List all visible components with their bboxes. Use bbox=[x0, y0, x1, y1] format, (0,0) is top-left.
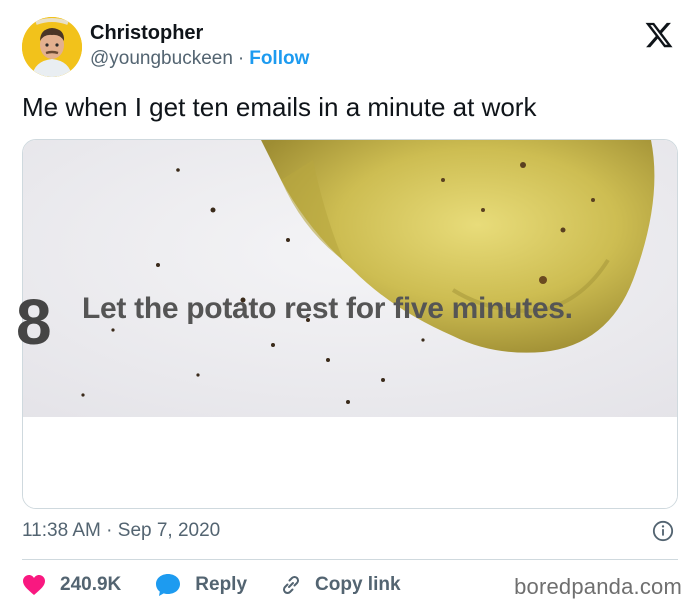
separator: · bbox=[237, 48, 245, 69]
x-logo-icon[interactable] bbox=[644, 20, 674, 50]
avatar[interactable] bbox=[22, 17, 82, 77]
caption-strip bbox=[23, 417, 677, 508]
person-avatar-icon bbox=[22, 17, 82, 77]
baked-potato-photo[interactable] bbox=[23, 140, 677, 417]
reply-label: Reply bbox=[195, 574, 248, 595]
link-icon bbox=[283, 575, 300, 595]
tweet-date: Sep 7, 2020 bbox=[117, 520, 221, 541]
follow-button[interactable]: Follow bbox=[249, 48, 309, 69]
tweet-text: Me when I get ten emails in a minute at … bbox=[22, 92, 537, 122]
watermark: boredpanda.com bbox=[514, 574, 682, 599]
separator: · bbox=[106, 520, 113, 541]
info-icon[interactable] bbox=[652, 520, 674, 542]
reply-button[interactable]: Reply bbox=[155, 573, 247, 597]
tweet-time: 11:38 AM bbox=[22, 520, 101, 541]
action-bar: 240.9K Reply Copy link bbox=[22, 571, 401, 599]
divider bbox=[22, 559, 678, 560]
like-count: 240.9K bbox=[60, 574, 122, 595]
step-number: 8 bbox=[16, 286, 52, 358]
heart-icon bbox=[23, 575, 45, 595]
like-button[interactable]: 240.9K bbox=[22, 574, 121, 596]
timestamp[interactable]: 11:38 AM · Sep 7, 2020 bbox=[22, 520, 220, 542]
step-text: Let the potato rest for five minutes. bbox=[82, 292, 573, 325]
author-handle[interactable]: @youngbuckeen bbox=[90, 48, 233, 69]
copy-link-button[interactable]: Copy link bbox=[279, 573, 401, 597]
author-name[interactable]: Christopher bbox=[90, 22, 203, 45]
copy-link-label: Copy link bbox=[315, 574, 401, 595]
author-meta: @youngbuckeen · Follow bbox=[90, 48, 309, 70]
reply-bubble-icon bbox=[156, 574, 181, 596]
